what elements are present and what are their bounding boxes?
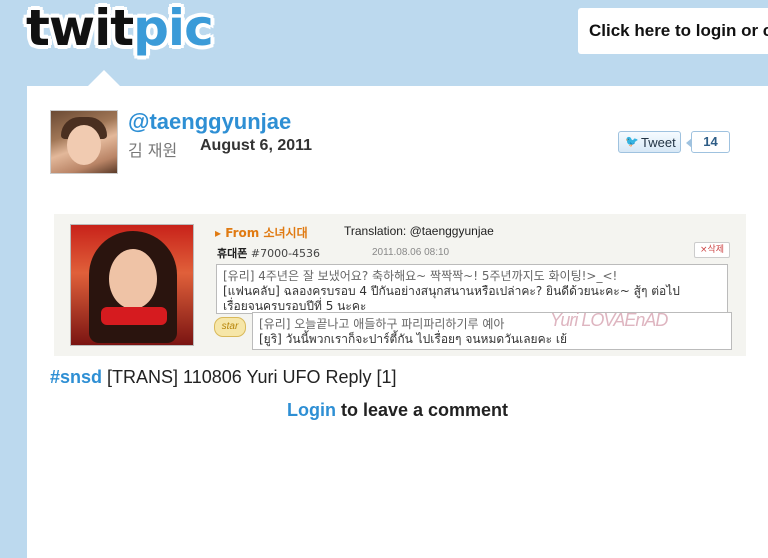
portrait-face (109, 249, 157, 309)
site-header: twitpic Click here to login or c (0, 0, 768, 88)
photo-card: @taenggyunjae 김 재원 August 6, 2011 🐦 Twee… (27, 86, 768, 558)
logo-twit: twit (26, 0, 134, 57)
login-bar[interactable]: Click here to login or c (578, 8, 768, 54)
phone-line: 휴대폰 #7000-4536 (217, 245, 320, 261)
twitter-bird-icon: 🐦 (625, 136, 639, 148)
hashtag-link[interactable]: #snsd (50, 367, 102, 387)
login-prompt[interactable]: Click here to login or c (589, 21, 768, 41)
caption-text: [TRANS] 110806 Yuri UFO Reply [1] (102, 367, 397, 387)
tweet-label: Tweet (641, 135, 676, 150)
portrait-scarf (101, 307, 167, 325)
reply-line-2: [ยูริ] วันนี้พวกเราก็จะปาร์ตี้กัน ไปเรื่… (259, 332, 568, 346)
from-label: ▸ From 소녀시대 (215, 226, 308, 240)
phone-id: #7000-4536 (250, 247, 321, 260)
user-avatar[interactable] (50, 110, 118, 174)
image-watermark: Yuri LOVAEnAD (550, 310, 668, 330)
phone-label: 휴대폰 (217, 247, 248, 260)
portrait-photo (70, 224, 194, 346)
message-box: [유리] 4주년은 잘 보냈어요? 축하해요~ 짝짝짝~! 5주년까지도 화이팅… (216, 264, 728, 314)
post-date: August 6, 2011 (200, 137, 313, 154)
translation-credit: Translation: @taenggyunjae (344, 224, 494, 238)
login-suffix: to leave a comment (335, 400, 509, 420)
real-name: 김 재원 (128, 141, 178, 160)
posted-image[interactable]: ▸ From 소녀시대 Translation: @taenggyunjae 휴… (54, 214, 746, 356)
username-link[interactable]: @taenggyunjae (128, 109, 291, 135)
tweet-button[interactable]: 🐦 Tweet (618, 131, 681, 153)
header-notch (88, 70, 120, 86)
photo-caption: #snsd [TRANS] 110806 Yuri UFO Reply [1] (50, 367, 397, 388)
login-link[interactable]: Login (287, 400, 336, 420)
avatar-face (67, 125, 101, 165)
tweet-count[interactable]: 14 (686, 131, 730, 153)
logo-pic: pic (133, 0, 214, 57)
comment-login-prompt: Login to leave a comment (27, 400, 768, 421)
star-badge: star (214, 317, 246, 337)
twitpic-logo[interactable]: twitpic (26, 0, 214, 58)
delete-badge: ×삭제 (694, 242, 730, 258)
message-timestamp: 2011.08.06 08:10 (372, 247, 450, 258)
